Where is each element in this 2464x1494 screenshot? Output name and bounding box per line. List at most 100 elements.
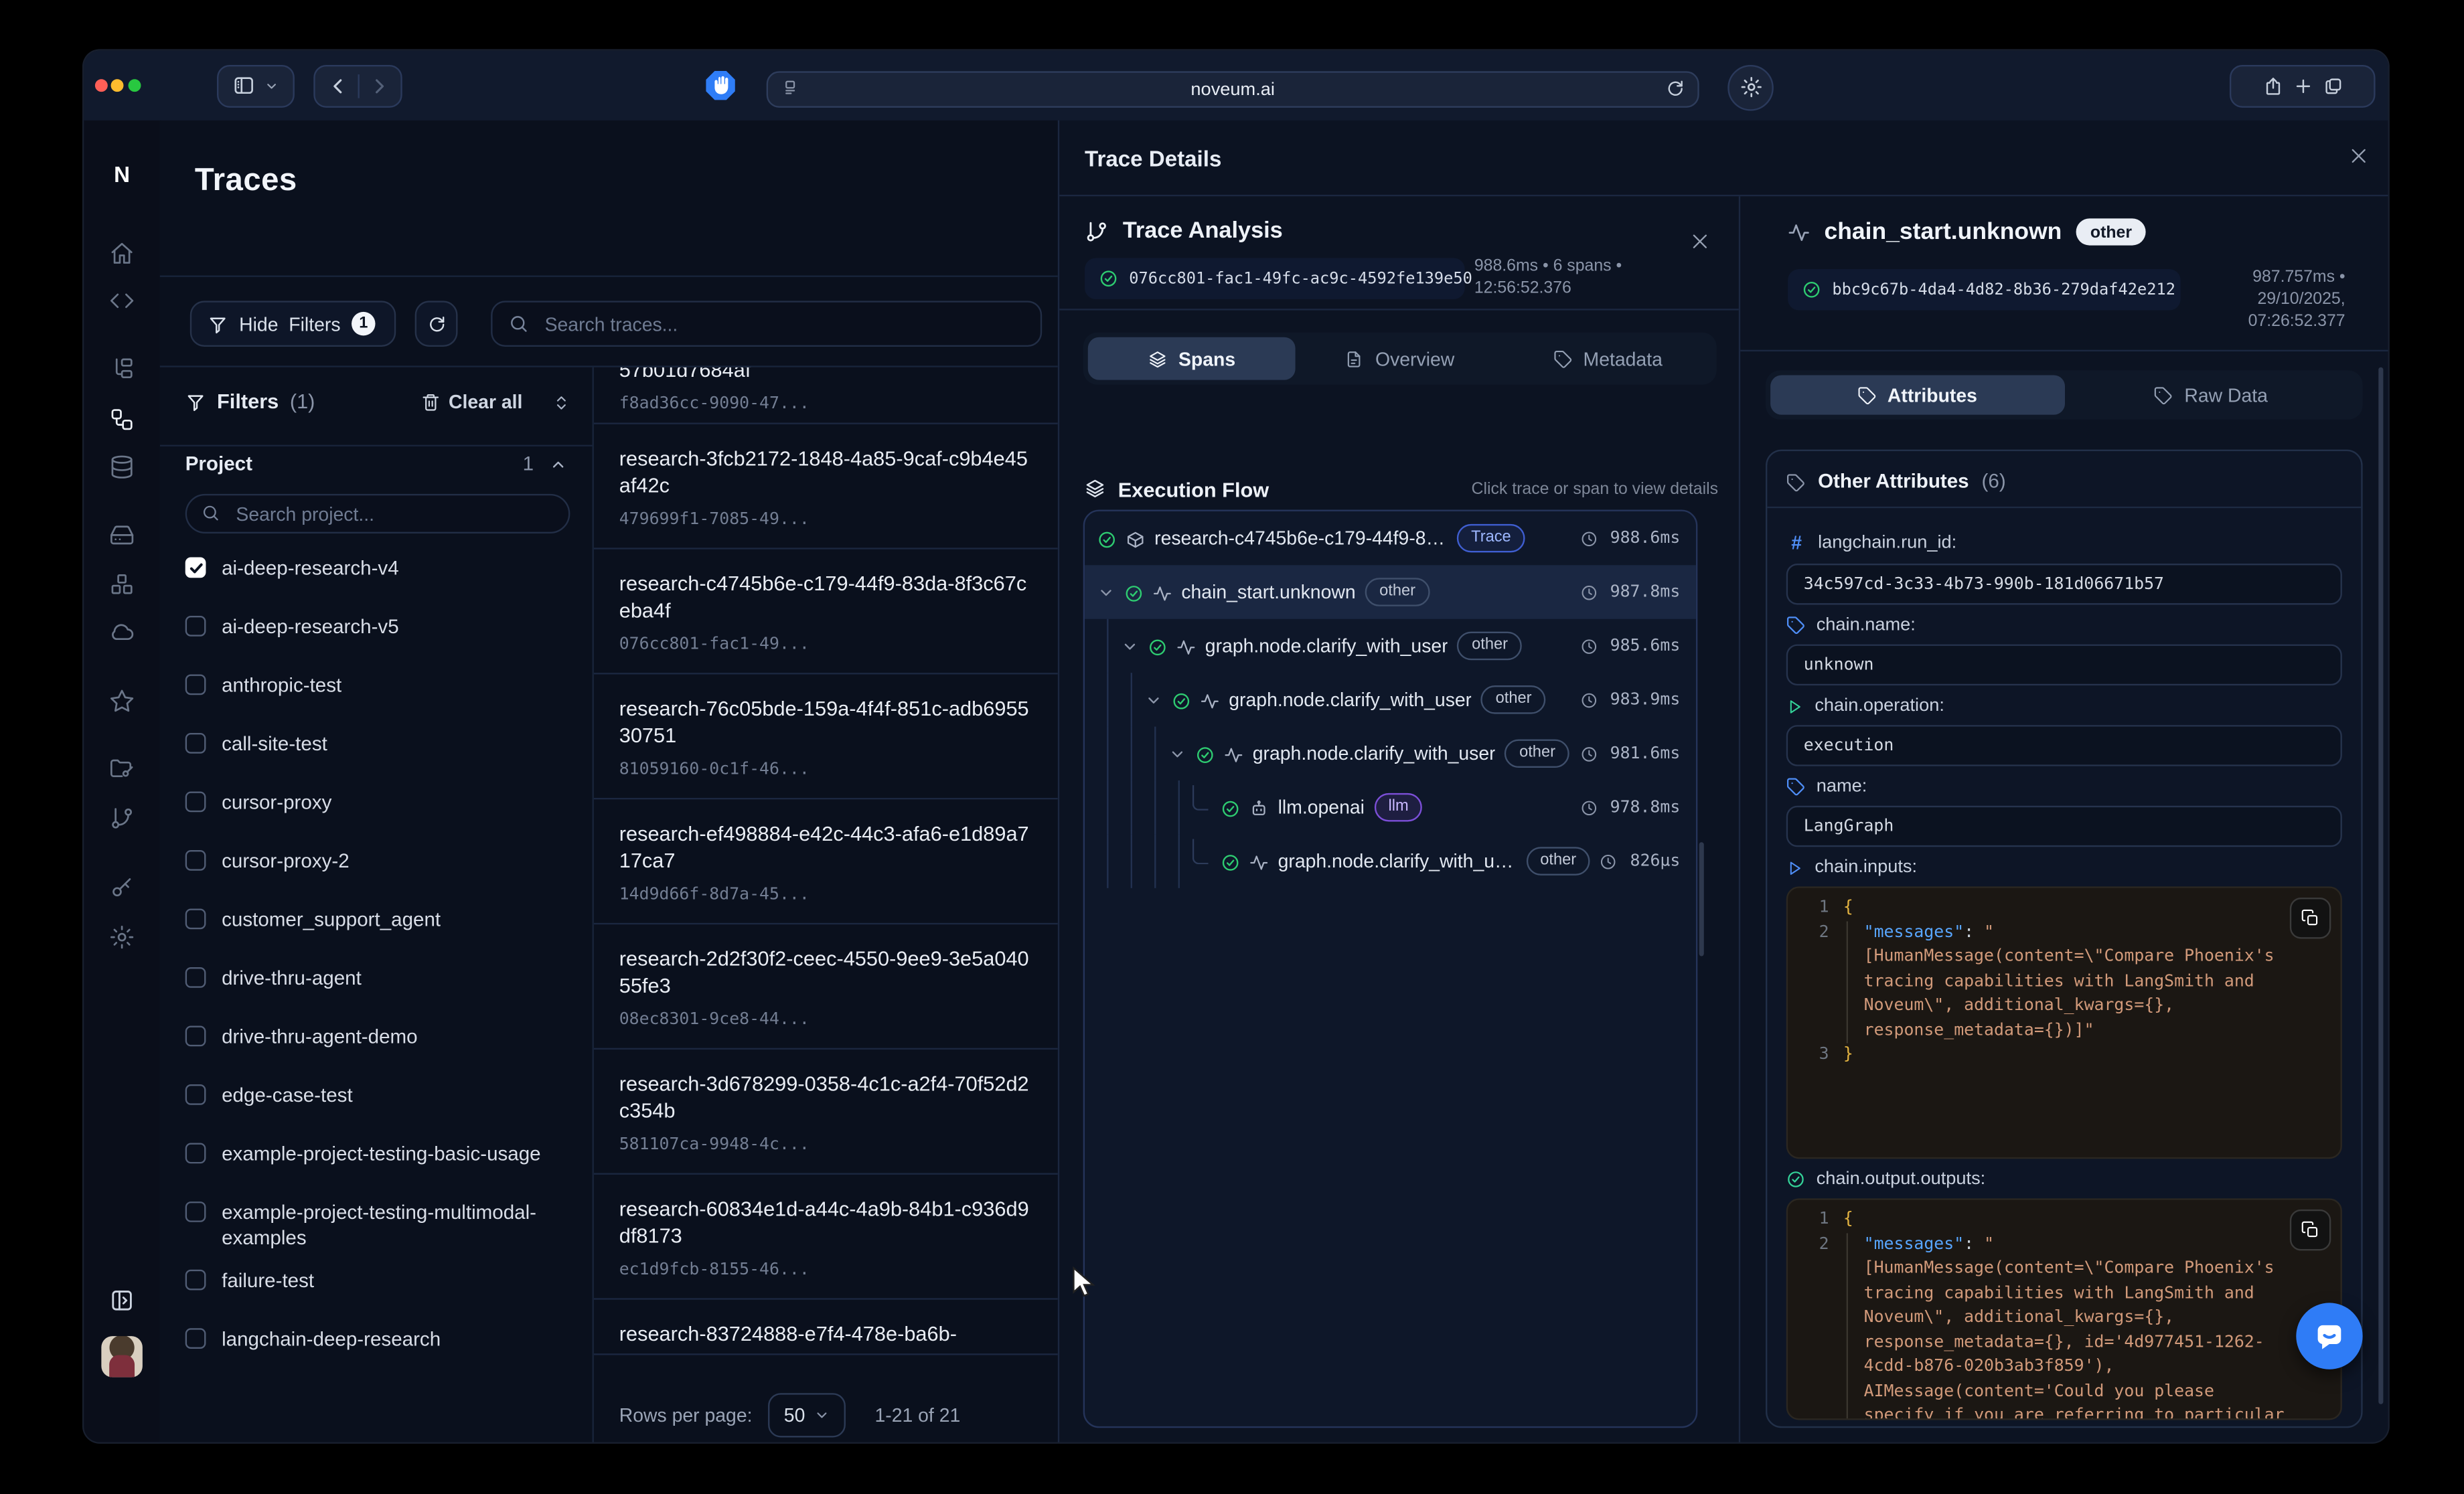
trace-list-row[interactable]: research-ef498884-e42c-44c3-afa6-e1d89a7… [594, 799, 1058, 924]
database-icon[interactable] [109, 452, 135, 481]
refresh-button[interactable] [415, 301, 458, 347]
project-filter-item[interactable]: drive-thru-agent-demo [185, 1024, 570, 1065]
back-button[interactable] [327, 72, 348, 101]
code-block[interactable]: 1{2"messages": "[HumanMessage(content=\"… [1786, 1199, 2342, 1420]
attribute-value[interactable]: LangGraph [1786, 806, 2342, 847]
copy-button[interactable] [2290, 1210, 2331, 1250]
folder-key-icon[interactable] [109, 754, 135, 782]
tab-overview[interactable]: Overview [1296, 337, 1504, 380]
git-branch-icon[interactable] [109, 804, 135, 833]
checkbox-unchecked[interactable] [185, 850, 206, 871]
tab-raw-data[interactable]: Raw Data [2064, 376, 2358, 415]
project-filter-item[interactable]: example-project-testing-basic-usage [185, 1141, 570, 1182]
project-filter-item[interactable]: failure-test [185, 1268, 570, 1309]
trace-list-row[interactable]: research-60834e1d-a44c-4a9b-84b1-c936d9d… [594, 1175, 1058, 1300]
key-icon[interactable] [109, 874, 135, 903]
home-icon[interactable] [109, 239, 135, 268]
hide-filters-button[interactable]: Hide Filters 1 [190, 301, 396, 347]
chevron-down-icon[interactable] [1168, 742, 1186, 764]
window-minimize-button[interactable] [111, 79, 124, 92]
sidebar-toggle-button[interactable] [217, 65, 295, 108]
window-zoom-button[interactable] [129, 79, 141, 92]
attribute-value[interactable]: 34c597cd-3c33-4b73-990b-181d06671b57 [1786, 564, 2342, 604]
checkbox-unchecked[interactable] [185, 1084, 206, 1105]
project-filter-item[interactable]: anthropic-test [185, 673, 570, 714]
code-icon[interactable] [109, 286, 135, 315]
trace-list-row[interactable]: 57b01d7684aff8ad36cc-9090-47... [594, 367, 1058, 424]
reload-icon[interactable] [1666, 80, 1685, 98]
content-blocker-icon[interactable] [703, 68, 738, 103]
tabs-overview-icon[interactable] [2322, 72, 2343, 101]
chevron-up-icon[interactable] [550, 453, 567, 475]
execution-flow-row[interactable]: llm.openaillm978.8ms [1085, 780, 1696, 834]
project-filter-item[interactable]: cursor-proxy [185, 790, 570, 831]
reader-icon[interactable] [781, 80, 799, 98]
settings-icon[interactable] [109, 923, 135, 952]
trace-list-row[interactable]: research-3d678299-0358-4c1c-a2f4-70f52d2… [594, 1050, 1058, 1175]
tab-spans[interactable]: Spans [1088, 337, 1296, 380]
browser-settings-button[interactable] [1727, 65, 1774, 111]
code-block[interactable]: 1{2"messages": "[HumanMessage(content=\"… [1786, 887, 2342, 1159]
search-project-input[interactable] [233, 501, 554, 527]
trace-id-chip[interactable]: 076cc801-fac1-49fc-ac9c-4592fe139e50 [1085, 258, 1465, 299]
hard-drive-icon[interactable] [109, 521, 135, 550]
checkbox-unchecked[interactable] [185, 1143, 206, 1164]
copy-button[interactable] [2290, 898, 2331, 938]
trace-list-row[interactable]: research-2d2f30f2-ceec-4550-9ee9-3e5a040… [594, 924, 1058, 1050]
workflow-icon[interactable] [109, 405, 135, 434]
user-avatar[interactable] [101, 1336, 142, 1377]
forward-button[interactable] [368, 72, 389, 101]
checkbox-unchecked[interactable] [185, 675, 206, 695]
checkbox-unchecked[interactable] [185, 1328, 206, 1349]
execution-flow-row[interactable]: chain_start.unknownother987.8ms [1085, 565, 1696, 618]
project-filter-item[interactable]: langchain-deep-research [185, 1327, 570, 1367]
close-drawer-icon[interactable] [2348, 143, 2369, 171]
window-close-button[interactable] [95, 79, 108, 92]
project-filter-item[interactable]: edge-case-test [185, 1083, 570, 1124]
chevron-down-icon[interactable] [1145, 689, 1162, 711]
checkbox-unchecked[interactable] [185, 1026, 206, 1047]
attribute-value[interactable]: unknown [1786, 645, 2342, 685]
checkbox-unchecked[interactable] [185, 733, 206, 754]
checkbox-checked[interactable] [185, 558, 206, 578]
search-traces-input[interactable] [542, 311, 1024, 337]
chat-launcher-button[interactable] [2296, 1303, 2362, 1369]
checkbox-unchecked[interactable] [185, 909, 206, 930]
close-analysis-icon[interactable] [1689, 228, 1710, 257]
tab-metadata[interactable]: Metadata [1504, 337, 1712, 380]
rows-per-page-select[interactable]: 50 [768, 1392, 846, 1436]
trace-list-row[interactable]: research-c4745b6e-c179-44f9-83da-8f3c67c… [594, 550, 1058, 675]
project-filter-item[interactable]: customer_support_agent [185, 907, 570, 948]
star-icon[interactable] [109, 687, 135, 716]
sort-icon[interactable] [552, 390, 570, 413]
panel-expand-icon[interactable] [110, 1287, 133, 1316]
project-filter-item[interactable]: ai-deep-research-v4 [185, 556, 570, 596]
checkbox-unchecked[interactable] [185, 792, 206, 813]
list-tree-icon[interactable] [109, 355, 135, 384]
noveum-logo[interactable]: N [84, 161, 160, 187]
project-filter-item[interactable]: cursor-proxy-2 [185, 849, 570, 890]
drawer-scrollbar[interactable] [2378, 367, 2383, 1404]
project-filter-item[interactable]: example-project-testing-multimodal-examp… [185, 1200, 570, 1251]
checkbox-unchecked[interactable] [185, 616, 206, 637]
execution-flow-row[interactable]: graph.node.clarify_with_userother981.6ms [1085, 727, 1696, 780]
checkbox-unchecked[interactable] [185, 967, 206, 988]
checkbox-unchecked[interactable] [185, 1270, 206, 1291]
new-tab-icon[interactable] [2292, 72, 2313, 101]
chevron-down-icon[interactable] [1097, 581, 1115, 603]
share-icon[interactable] [2262, 72, 2283, 101]
execution-flow-row[interactable]: research-c4745b6e-c179-44f9-83da…Trace98… [1085, 511, 1696, 565]
span-id-chip[interactable]: bbc9c67b-4da4-4d82-8b36-279daf42e212 [1788, 269, 2181, 310]
project-filter-item[interactable]: call-site-test [185, 732, 570, 772]
url-bar[interactable]: noveum.ai [767, 71, 1699, 107]
checkbox-unchecked[interactable] [185, 1201, 206, 1222]
execution-flow-row[interactable]: graph.node.clarify_with_userother983.9ms [1085, 673, 1696, 726]
clear-all-button[interactable]: Clear all [422, 390, 523, 412]
trace-list-row[interactable]: research-76c05bde-159a-4f4f-851c-adb6955… [594, 675, 1058, 800]
project-filter-item[interactable]: drive-thru-agent [185, 966, 570, 1007]
cloud-icon[interactable] [109, 617, 135, 646]
execution-flow-row[interactable]: graph.node.clarify_with_userother985.6ms [1085, 619, 1696, 673]
tab-attributes[interactable]: Attributes [1770, 376, 2064, 415]
trace-list-row[interactable]: research-83724888-e7f4-478e-ba6b- [594, 1300, 1058, 1355]
attribute-value[interactable]: execution [1786, 725, 2342, 766]
